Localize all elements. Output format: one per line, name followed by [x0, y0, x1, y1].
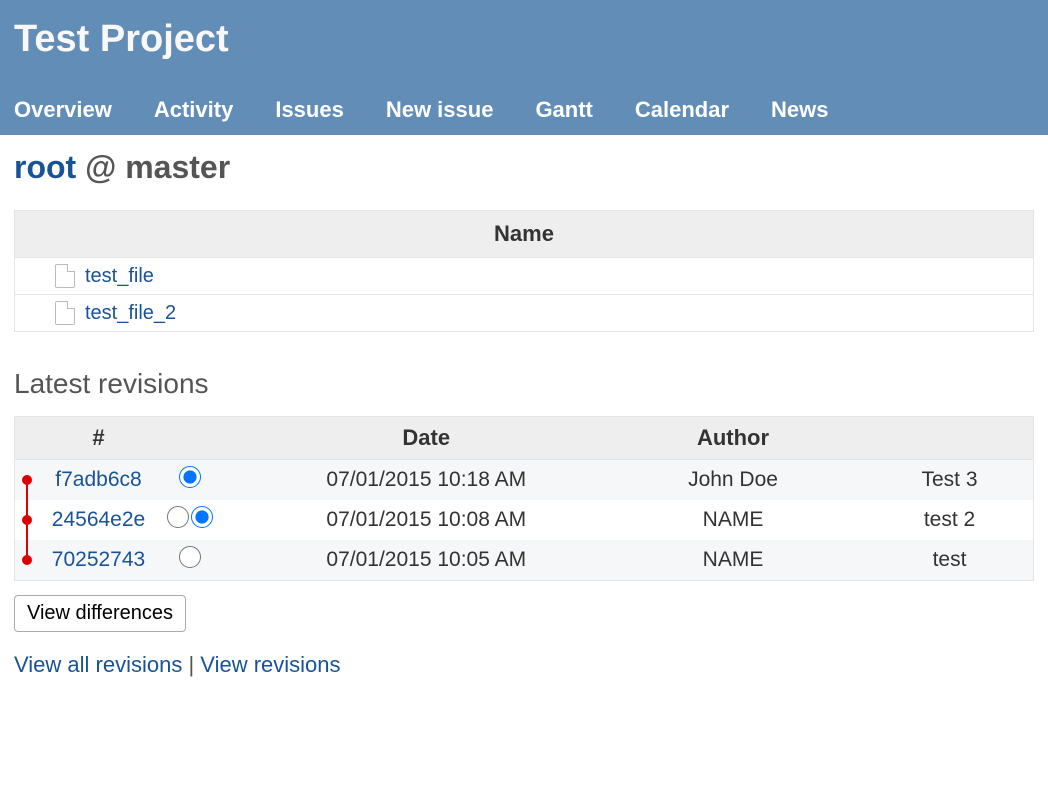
bottom-links: View all revisions | View revisions: [14, 652, 1034, 678]
file-link[interactable]: test_file_2: [85, 302, 176, 325]
breadcrumb-root-link[interactable]: root: [14, 149, 76, 185]
revision-hash-link[interactable]: 70252743: [52, 548, 145, 571]
rev-to-radio[interactable]: [191, 506, 213, 528]
rev-from-radio[interactable]: [179, 466, 201, 488]
view-differences-button[interactable]: View differences: [14, 595, 186, 632]
revision-hash-link[interactable]: 24564e2e: [52, 508, 145, 531]
rev-graph-icon: [17, 460, 37, 500]
menu-gantt[interactable]: Gantt: [535, 97, 592, 123]
file-icon: [55, 264, 75, 288]
revisions-title: Latest revisions: [14, 368, 1034, 400]
rev-graph-icon: [17, 540, 37, 580]
revision-author: NAME: [632, 500, 834, 540]
file-link[interactable]: test_file: [85, 265, 154, 288]
menu-news[interactable]: News: [771, 97, 828, 123]
project-header: Test Project Overview Activity Issues Ne…: [0, 0, 1048, 135]
rev-to-radio[interactable]: [179, 546, 201, 568]
menu-overview[interactable]: Overview: [14, 97, 112, 123]
revision-hash-link[interactable]: f7adb6c8: [55, 468, 141, 491]
revision-row: f7adb6c8 07/01/2015 10:18 AM John Doe Te…: [15, 460, 1034, 501]
rev-col-date: Date: [221, 417, 632, 460]
main-menu: Overview Activity Issues New issue Gantt…: [14, 97, 1034, 135]
files-col-name: Name: [15, 211, 1034, 258]
rev-col-radio: [159, 417, 221, 460]
revision-row: 70252743 07/01/2015 10:05 AM NAME test: [15, 540, 1034, 581]
menu-new-issue[interactable]: New issue: [386, 97, 494, 123]
file-row: test_file: [15, 258, 1034, 295]
revision-message: test: [834, 540, 1033, 581]
links-sep: |: [182, 652, 200, 677]
view-all-revisions-link[interactable]: View all revisions: [14, 652, 182, 677]
revision-message: Test 3: [834, 460, 1033, 501]
rev-col-author: Author: [632, 417, 834, 460]
revision-date: 07/01/2015 10:05 AM: [221, 540, 632, 581]
revision-row: 24564e2e 07/01/2015 10:08 AM NAME test 2: [15, 500, 1034, 540]
rev-from-radio[interactable]: [167, 506, 189, 528]
view-revisions-link[interactable]: View revisions: [200, 652, 340, 677]
file-icon: [55, 301, 75, 325]
menu-activity[interactable]: Activity: [154, 97, 233, 123]
revision-author: John Doe: [632, 460, 834, 501]
file-row: test_file_2: [15, 295, 1034, 332]
rev-graph-icon: [17, 500, 37, 540]
rev-col-hash: #: [39, 417, 159, 460]
revision-date: 07/01/2015 10:08 AM: [221, 500, 632, 540]
breadcrumb-sep: @: [76, 149, 125, 185]
project-title: Test Project: [14, 18, 1034, 61]
revision-author: NAME: [632, 540, 834, 581]
menu-issues[interactable]: Issues: [275, 97, 344, 123]
revision-date: 07/01/2015 10:18 AM: [221, 460, 632, 501]
rev-col-graph: [15, 417, 39, 460]
revisions-table: # Date Author f7adb6c8: [14, 416, 1034, 581]
files-table: Name test_file test_file_2: [14, 210, 1034, 332]
rev-col-message: [834, 417, 1033, 460]
breadcrumb-branch: master: [125, 149, 230, 185]
revision-message: test 2: [834, 500, 1033, 540]
menu-calendar[interactable]: Calendar: [635, 97, 729, 123]
breadcrumb: root @ master: [14, 149, 1034, 186]
